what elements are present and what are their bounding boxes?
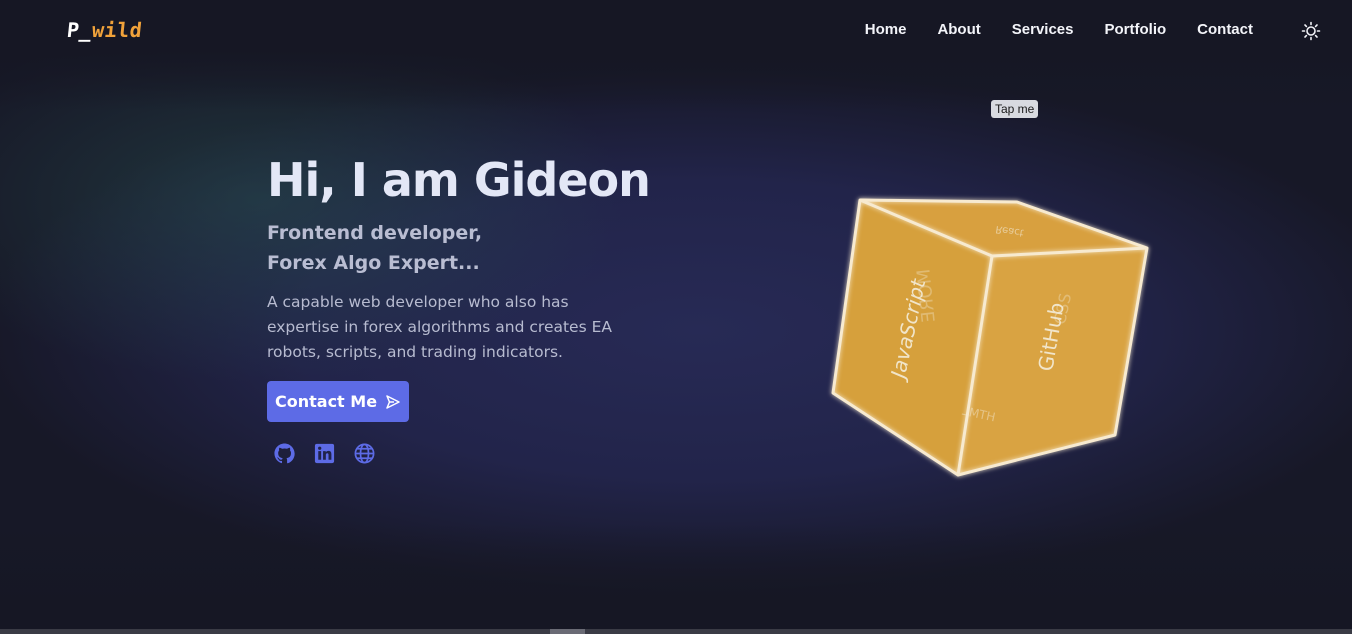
contact-me-label: Contact Me [275, 392, 378, 411]
social-links [267, 442, 687, 465]
github-icon[interactable] [273, 442, 296, 465]
linkedin-icon[interactable] [313, 442, 336, 465]
hero-subtitle: Frontend developer, Forex Algo Expert... [267, 218, 687, 278]
hero-subtitle-line-1: Frontend developer, [267, 222, 483, 244]
skills-cube[interactable]: JavaScript MORE GitHub CSS HTML React [820, 190, 1160, 490]
send-icon [386, 394, 400, 409]
logo[interactable]: P_wild [66, 18, 144, 42]
tap-me-tooltip: Tap me [991, 100, 1039, 118]
page: P_wild Home About Services Portfolio Con… [0, 0, 1352, 634]
navbar: P_wild Home About Services Portfolio Con… [0, 0, 1352, 62]
hero-description: A capable web developer who also has exp… [267, 293, 612, 361]
sun-icon[interactable] [1301, 21, 1321, 41]
hero-subtitle-line-2: Forex Algo Expert... [267, 252, 480, 274]
hero-section: Hi, I am Gideon Frontend developer, Fore… [267, 150, 687, 465]
nav-services[interactable]: Services [1012, 21, 1074, 38]
globe-icon[interactable] [353, 442, 376, 465]
contact-me-button[interactable]: Contact Me [267, 381, 410, 422]
hero-title: Hi, I am Gideon [267, 153, 651, 207]
nav-links: Home About Services Portfolio Contact [865, 21, 1253, 38]
nav-home[interactable]: Home [865, 21, 907, 38]
nav-portfolio[interactable]: Portfolio [1105, 21, 1167, 38]
nav-contact[interactable]: Contact [1197, 21, 1253, 38]
horizontal-scrollbar[interactable] [0, 629, 1352, 634]
logo-part-2: wild [90, 18, 144, 42]
scrollbar-thumb[interactable] [550, 629, 585, 634]
nav-about[interactable]: About [937, 21, 980, 38]
logo-part-1: P_ [65, 18, 94, 42]
